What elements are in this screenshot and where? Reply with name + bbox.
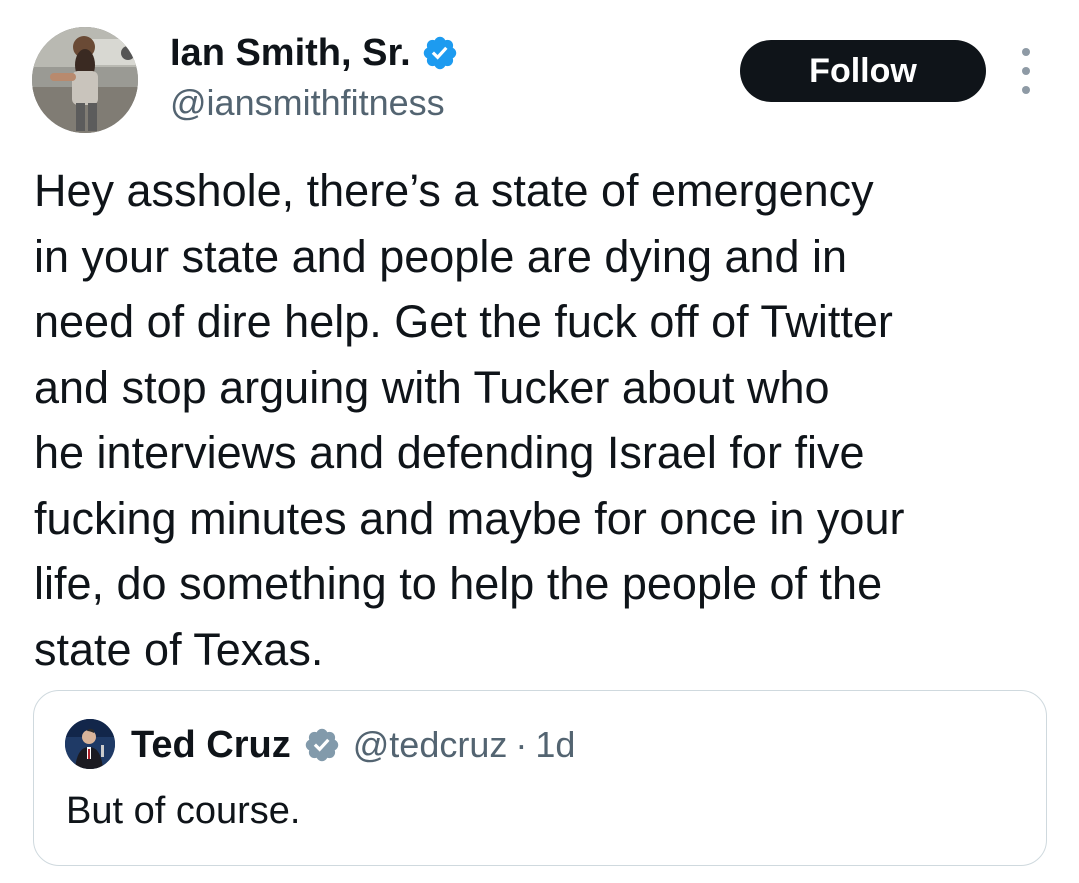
verified-badge-icon: [423, 36, 456, 70]
tweet-text: Hey asshole, there’s a state of emergenc…: [34, 165, 905, 675]
dot: [1022, 86, 1030, 94]
author-avatar[interactable]: [32, 27, 138, 133]
quoted-tweet-timestamp[interactable]: 1d: [535, 724, 575, 766]
separator-dot: ·: [515, 724, 528, 765]
more-dots-icon[interactable]: [1012, 48, 1040, 94]
author-display-name[interactable]: Ian Smith, Sr.: [170, 28, 411, 78]
author-name-row[interactable]: Ian Smith, Sr.: [170, 28, 459, 78]
author-handle[interactable]: @iansmithfitness: [170, 80, 445, 126]
quoted-tweet-text: But of course.: [66, 790, 301, 832]
quoted-author-handle[interactable]: @tedcruz: [353, 724, 508, 766]
tweet: Ian Smith, Sr. @iansmithfitness Follow H…: [0, 0, 1079, 883]
quoted-tweet-header: Ted Cruz @tedcruz · 1d: [131, 722, 575, 768]
avatar-photo-icon: [65, 719, 115, 769]
quoted-author-display-name[interactable]: Ted Cruz: [131, 724, 291, 767]
avatar-photo-icon: [32, 27, 138, 133]
quoted-tweet-card[interactable]: Ted Cruz @tedcruz · 1d But of course.: [33, 690, 1047, 866]
verified-badge-icon: [305, 728, 338, 762]
dot: [1022, 48, 1030, 56]
quoted-author-avatar[interactable]: [65, 719, 115, 769]
follow-button[interactable]: Follow: [740, 40, 986, 102]
dot: [1022, 67, 1030, 75]
